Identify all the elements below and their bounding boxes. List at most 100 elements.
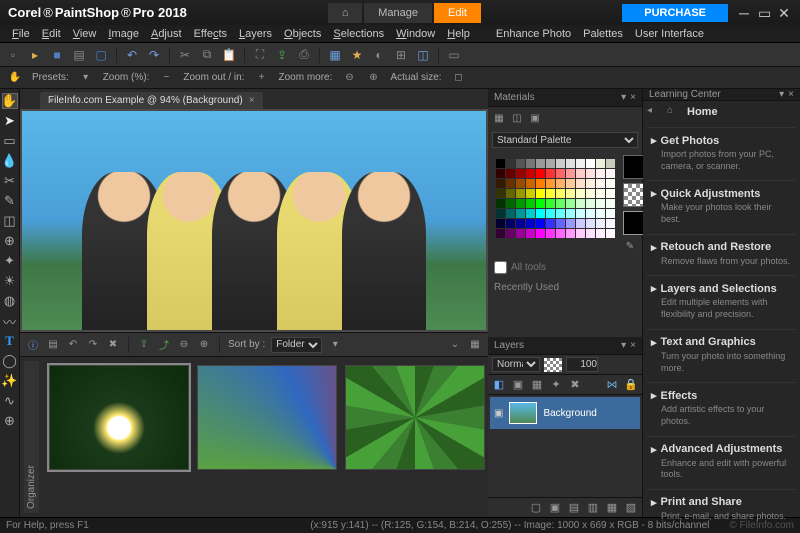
color-swatch[interactable] [546,209,555,218]
edit-tab[interactable]: Edit [434,3,481,23]
zoom-tool[interactable]: ⊕ [2,413,18,429]
color-swatch[interactable] [586,179,595,188]
brush-tool[interactable]: ✎ [2,193,18,209]
materials-header[interactable]: Materials▾× [488,89,642,107]
color-swatch[interactable] [586,209,595,218]
ruler-icon[interactable]: ▭ [445,46,463,64]
new-layer-icon[interactable]: ◧ [492,378,506,392]
color-swatch[interactable] [536,199,545,208]
color-swatch[interactable] [506,219,515,228]
sortby-select[interactable]: Folder [271,337,322,353]
mat-mode-3[interactable]: ▣ [528,111,542,125]
org-zoom-out-icon[interactable]: ⊖ [177,338,191,352]
open-icon[interactable]: ▸ [26,46,44,64]
color-swatch[interactable] [596,199,605,208]
text-tool[interactable]: T [2,333,18,349]
org-rotate-r-icon[interactable]: ↷ [86,338,100,352]
color-swatch[interactable] [586,219,595,228]
color-swatch[interactable] [596,169,605,178]
redo-icon[interactable]: ↷ [145,46,163,64]
layer-btn-1[interactable]: ▢ [529,501,543,515]
browse-icon[interactable]: ⊞ [392,46,410,64]
menu-user-interface[interactable]: User Interface [629,26,710,42]
menu-image[interactable]: Image [102,26,145,42]
color-swatch[interactable] [596,219,605,228]
zoom-in2-icon[interactable]: ⊕ [366,71,380,85]
thumbnail-2[interactable] [197,365,337,470]
learning-item[interactable]: ▸Quick AdjustmentsMake your photos look … [647,180,796,233]
purchase-button[interactable]: PURCHASE [622,4,728,22]
cut-icon[interactable]: ✂ [176,46,194,64]
color-swatch[interactable] [576,169,585,178]
color-swatch[interactable] [526,169,535,178]
smudge-tool[interactable]: 〰 [2,313,18,329]
color-swatch[interactable] [606,199,615,208]
color-swatch[interactable] [506,229,515,238]
menu-layers[interactable]: Layers [233,26,278,42]
clone-tool[interactable]: ⊕ [2,233,18,249]
color-swatch[interactable] [526,159,535,168]
menu-edit[interactable]: Edit [36,26,67,42]
delete-layer-icon[interactable]: ✖ [568,378,582,392]
color-swatch[interactable] [576,189,585,198]
pan-tool[interactable]: ✋ [2,93,18,109]
color-swatch[interactable] [546,179,555,188]
layer-btn-4[interactable]: ▥ [586,501,600,515]
layer-btn-3[interactable]: ▤ [567,501,581,515]
blend-mode-select[interactable]: Normal [492,357,540,372]
color-swatch[interactable] [536,219,545,228]
learning-item[interactable]: ▸EffectsAdd artistic effects to your pho… [647,382,796,435]
color-swatch[interactable] [516,219,525,228]
close-doc-icon[interactable]: × [249,95,255,106]
menu-selections[interactable]: Selections [327,26,390,42]
manage-tab[interactable]: Manage [364,3,432,23]
favorite-icon[interactable]: ★ [348,46,366,64]
org-zoom-in-icon[interactable]: ⊕ [197,338,211,352]
color-swatch[interactable] [606,189,615,198]
color-swatch[interactable] [576,159,585,168]
selection-tool[interactable]: ▭ [2,133,18,149]
color-swatch[interactable] [516,199,525,208]
eraser-tool[interactable]: ◫ [2,213,18,229]
color-swatch[interactable] [586,189,595,198]
color-swatch[interactable] [556,229,565,238]
color-swatch[interactable] [546,189,555,198]
color-swatch[interactable] [566,169,575,178]
canvas[interactable] [20,109,488,332]
color-swatch[interactable] [586,229,595,238]
color-swatch[interactable] [506,169,515,178]
color-swatch[interactable] [516,169,525,178]
color-swatch[interactable] [516,209,525,218]
share-icon[interactable]: ⇪ [273,46,291,64]
undo-icon[interactable]: ↶ [123,46,141,64]
color-swatch[interactable] [536,159,545,168]
color-swatch[interactable] [566,159,575,168]
org-info-icon[interactable]: ⓘ [26,338,40,352]
color-swatch[interactable] [496,219,505,228]
close-button[interactable]: ✕ [778,7,790,19]
color-swatch[interactable] [526,179,535,188]
link-icon[interactable]: ⋈ [605,378,619,392]
print-icon[interactable]: ⎙ [295,46,313,64]
color-swatch[interactable] [566,199,575,208]
org-grid-icon[interactable]: ▤ [46,338,60,352]
maximize-button[interactable]: ▭ [758,7,770,19]
color-swatch[interactable] [516,189,525,198]
fx-icon[interactable]: ✦ [549,378,563,392]
color-swatch[interactable] [536,169,545,178]
copy-icon[interactable]: ⧉ [198,46,216,64]
org-expand-icon[interactable]: ⌄ [448,338,462,352]
color-swatch[interactable] [556,209,565,218]
color-swatch[interactable] [506,199,515,208]
color-swatch[interactable] [546,229,555,238]
panels-icon[interactable]: ◫ [414,46,432,64]
lighten-tool[interactable]: ☀ [2,273,18,289]
color-swatch[interactable] [496,189,505,198]
retouch-tool[interactable]: ✦ [2,253,18,269]
color-swatch[interactable] [576,199,585,208]
org-delete-icon[interactable]: ✖ [106,338,120,352]
color-swatch[interactable] [516,229,525,238]
learning-item[interactable]: ▸Retouch and RestoreRemove flaws from yo… [647,234,796,276]
thumbnail-1[interactable] [49,365,189,470]
color-swatch[interactable] [576,209,585,218]
